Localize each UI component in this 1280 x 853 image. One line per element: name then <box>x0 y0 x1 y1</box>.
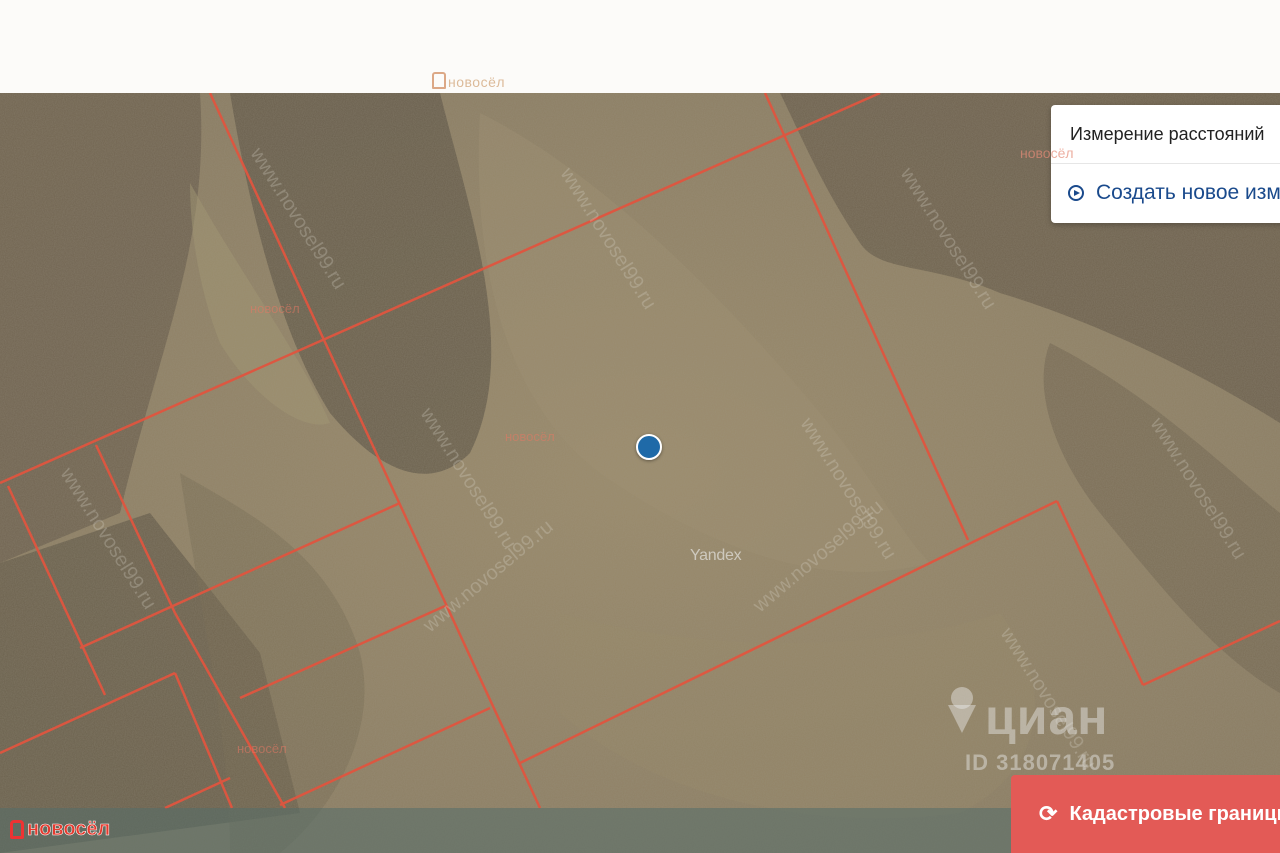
cian-id-watermark: ID 318071405 <box>965 750 1116 775</box>
cadastral-boundaries-button[interactable]: ⟳ Кадастровые границы <box>1011 775 1280 853</box>
cadastral-button-label: Кадастровые границы <box>1069 802 1280 825</box>
panel-logo-watermark: новосёл <box>1020 145 1074 161</box>
top-band <box>0 0 1280 93</box>
cian-watermark: циан <box>985 689 1109 745</box>
map-logo-watermark: новосёл <box>250 301 300 316</box>
brand-logo[interactable]: новосёл <box>10 818 110 841</box>
measure-title: Измерение расстояний <box>1070 124 1265 144</box>
refresh-icon: ⟳ <box>1039 801 1058 826</box>
house-icon <box>10 820 24 839</box>
create-measurement-label: Создать новое измерение <box>1096 181 1280 204</box>
divider <box>1051 163 1280 164</box>
brand-label: новосёл <box>27 818 111 841</box>
map-logo-watermark: новосёл <box>237 741 287 756</box>
create-measurement-button[interactable]: Создать новое измерение <box>1068 181 1280 205</box>
measure-panel: Измерение расстояний Создать новое измер… <box>1051 105 1280 223</box>
top-logo-watermark: новосёл <box>432 72 505 90</box>
map-logo-watermark: новосёл <box>505 429 555 444</box>
location-marker[interactable] <box>636 434 662 460</box>
yandex-watermark: Yandex <box>690 547 742 564</box>
play-circle-icon <box>1068 185 1084 201</box>
house-icon <box>432 72 446 89</box>
